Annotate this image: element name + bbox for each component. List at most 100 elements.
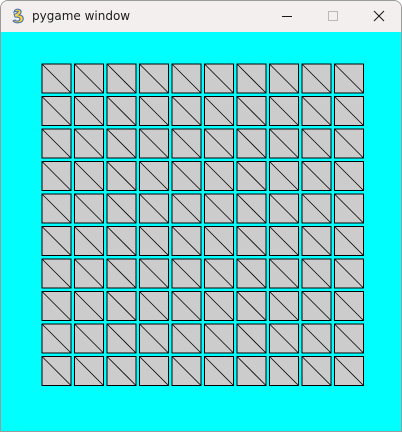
grid-tile[interactable] [74,356,104,386]
grid-tile[interactable] [204,161,234,191]
grid-tile[interactable] [171,161,202,191]
grid-tile[interactable] [236,356,267,386]
grid-tile[interactable] [269,63,299,94]
minimize-button[interactable] [264,1,310,32]
grid-tile[interactable] [41,161,72,191]
grid-tile[interactable] [204,128,234,159]
grid-tile[interactable] [171,193,202,224]
grid-tile[interactable] [301,96,332,126]
grid-tile[interactable] [204,226,234,256]
grid-tile[interactable] [334,63,364,94]
grid-tile[interactable] [41,193,72,224]
grid-tile[interactable] [301,193,332,224]
grid-tile[interactable] [236,193,267,224]
grid-tile[interactable] [74,291,104,321]
grid-tile[interactable] [41,323,72,354]
grid-tile[interactable] [74,96,104,126]
title-bar[interactable]: pygame window [1,1,401,32]
grid-tile[interactable] [269,291,299,321]
grid-tile[interactable] [269,96,299,126]
grid-tile[interactable] [334,161,364,191]
grid-tile[interactable] [171,63,202,94]
grid-tile[interactable] [171,96,202,126]
grid-tile[interactable] [269,356,299,386]
grid-tile[interactable] [334,258,364,289]
grid-tile[interactable] [106,63,137,94]
grid-tile[interactable] [139,161,169,191]
game-canvas[interactable] [1,32,401,431]
grid-tile[interactable] [106,291,137,321]
grid-tile[interactable] [334,96,364,126]
grid-tile[interactable] [334,291,364,321]
grid-tile[interactable] [269,128,299,159]
grid-tile[interactable] [41,128,72,159]
grid-tile[interactable] [204,258,234,289]
grid-tile[interactable] [171,323,202,354]
grid-tile[interactable] [41,63,72,94]
grid-tile[interactable] [301,291,332,321]
close-button[interactable] [356,1,401,32]
grid-tile[interactable] [269,258,299,289]
grid-tile[interactable] [106,356,137,386]
grid-tile[interactable] [74,193,104,224]
grid-tile[interactable] [269,193,299,224]
grid-tile[interactable] [171,291,202,321]
maximize-button[interactable] [310,1,356,32]
grid-tile[interactable] [301,356,332,386]
grid-tile[interactable] [41,291,72,321]
grid-tile[interactable] [106,193,137,224]
grid-tile[interactable] [106,226,137,256]
grid-tile[interactable] [171,226,202,256]
grid-tile[interactable] [236,226,267,256]
grid-tile[interactable] [204,193,234,224]
grid-tile[interactable] [106,323,137,354]
grid-tile[interactable] [139,96,169,126]
grid-tile[interactable] [334,226,364,256]
grid-tile[interactable] [139,291,169,321]
grid-tile[interactable] [236,323,267,354]
grid-tile[interactable] [204,323,234,354]
grid-tile[interactable] [74,226,104,256]
grid-tile[interactable] [301,258,332,289]
grid-tile[interactable] [74,323,104,354]
grid-tile[interactable] [236,258,267,289]
grid-tile[interactable] [334,193,364,224]
grid-tile[interactable] [301,323,332,354]
grid-tile[interactable] [74,63,104,94]
grid-tile[interactable] [269,161,299,191]
grid-tile[interactable] [41,258,72,289]
grid-tile[interactable] [139,258,169,289]
grid-tile[interactable] [74,128,104,159]
grid-tile[interactable] [204,96,234,126]
grid-tile[interactable] [139,356,169,386]
grid-tile[interactable] [301,63,332,94]
grid-tile[interactable] [41,226,72,256]
grid-tile[interactable] [269,323,299,354]
grid-tile[interactable] [171,356,202,386]
grid-tile[interactable] [74,258,104,289]
grid-tile[interactable] [139,128,169,159]
grid-tile[interactable] [269,226,299,256]
grid-tile[interactable] [41,96,72,126]
grid-tile[interactable] [139,323,169,354]
grid-tile[interactable] [334,128,364,159]
grid-tile[interactable] [106,258,137,289]
grid-tile[interactable] [106,161,137,191]
grid-tile[interactable] [236,291,267,321]
grid-tile[interactable] [301,128,332,159]
grid-tile[interactable] [106,96,137,126]
grid-tile[interactable] [139,63,169,94]
grid-tile[interactable] [139,226,169,256]
grid-tile[interactable] [236,161,267,191]
grid-tile[interactable] [236,63,267,94]
grid-tile[interactable] [139,193,169,224]
grid-tile[interactable] [204,63,234,94]
grid-tile[interactable] [334,356,364,386]
grid-tile[interactable] [236,96,267,126]
grid-tile[interactable] [74,161,104,191]
grid-tile[interactable] [41,356,72,386]
grid-tile[interactable] [171,128,202,159]
grid-tile[interactable] [301,161,332,191]
grid-tile[interactable] [301,226,332,256]
grid-tile[interactable] [106,128,137,159]
